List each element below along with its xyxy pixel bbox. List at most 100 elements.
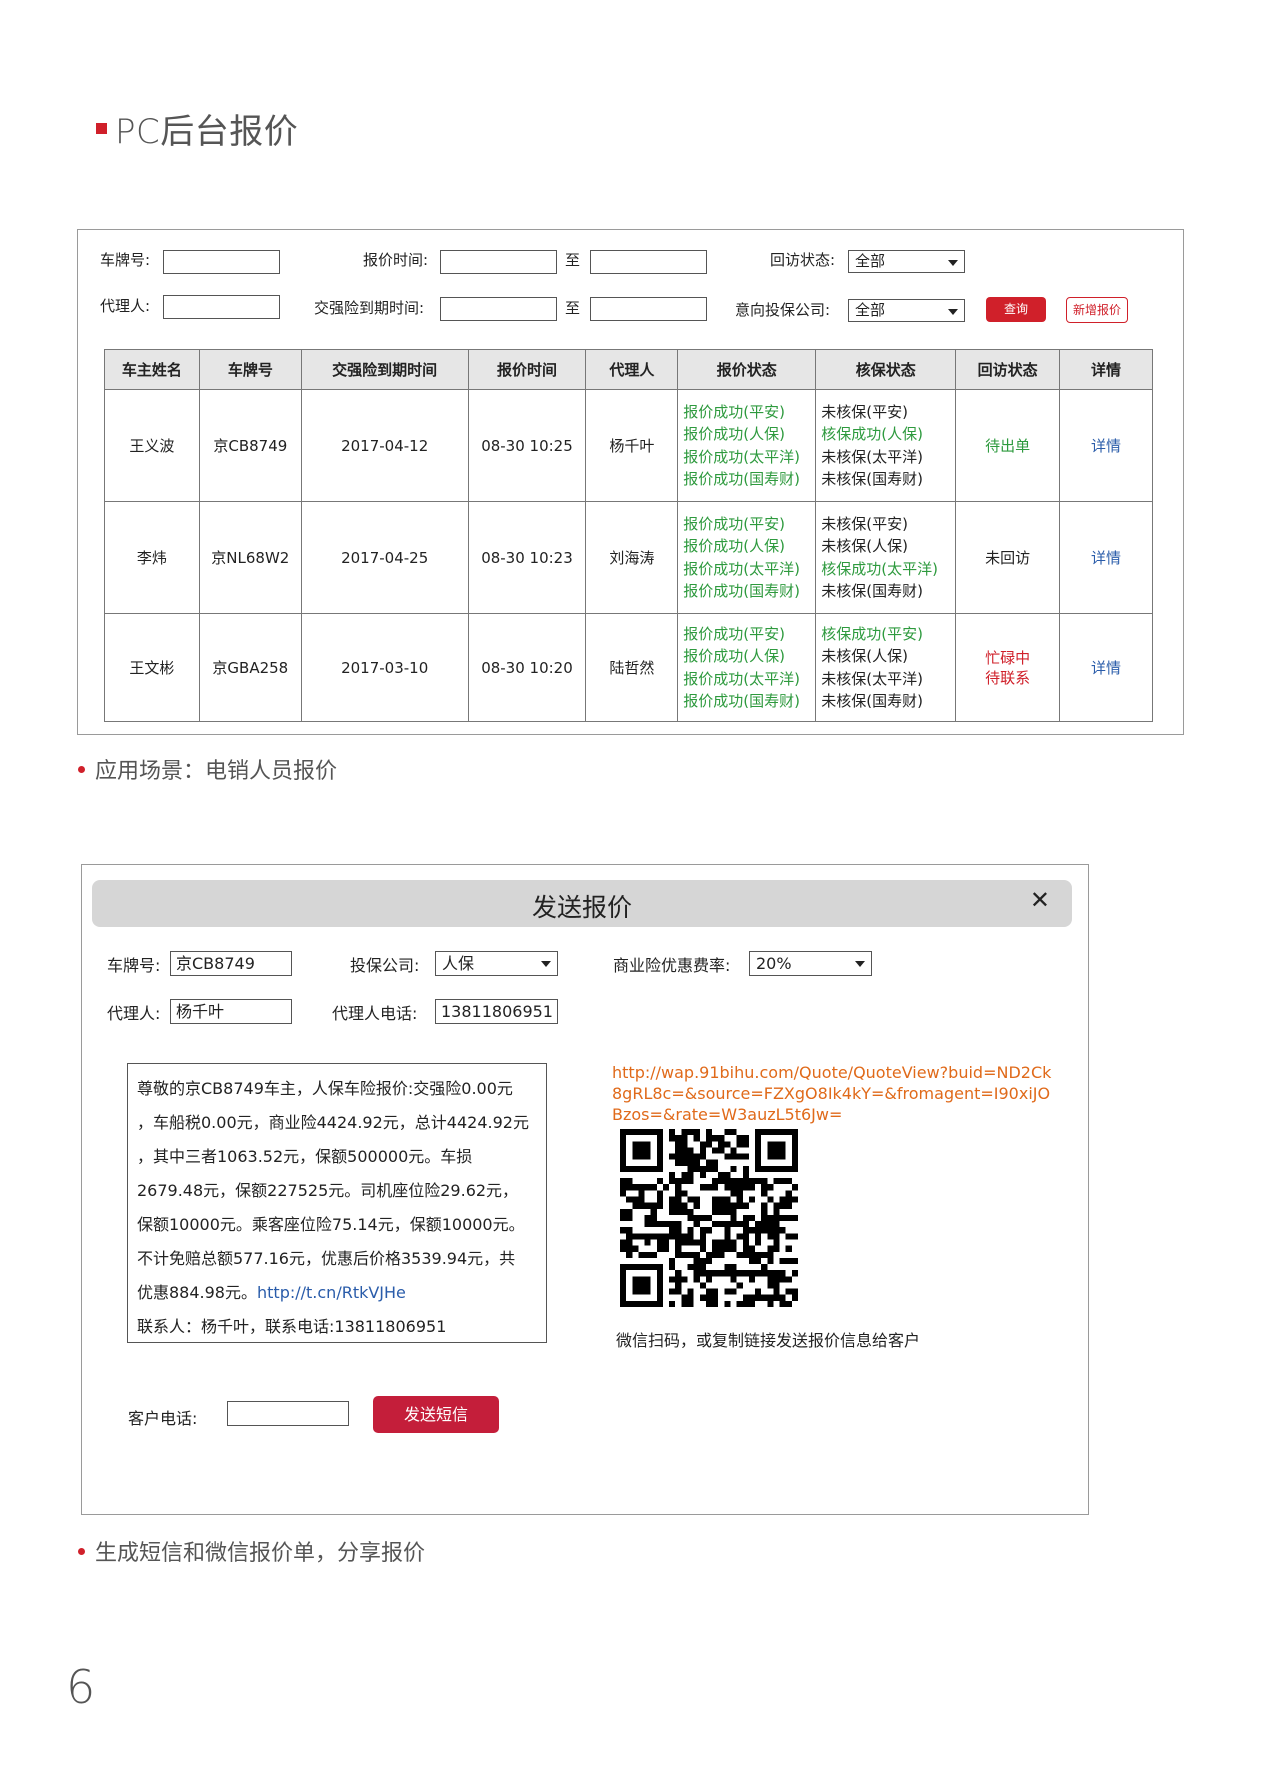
chevron-down-icon (855, 961, 865, 967)
caption-share: 生成短信和微信报价单，分享报价 (78, 1535, 425, 1567)
sms-line: 优惠884.98元。http://t.cn/RtkVJHe (137, 1276, 538, 1310)
dlg-agent-field[interactable]: 杨千叶 (170, 999, 292, 1024)
owner-cell: 李炜 (104, 501, 200, 614)
uw-status-cell: 未核保(平安) 未核保(人保) 核保成功(太平洋) 未核保(国寿财) (815, 501, 957, 614)
visit-status-text: 待出单 (985, 437, 1031, 455)
uw-status-line: 未核保(太平洋) (821, 447, 923, 466)
visit-status-cell: 忙碌中 待联系 (955, 613, 1061, 722)
expiry-cell: 2017-03-10 (300, 613, 469, 722)
dlg-agent-label: 代理人: (107, 1004, 161, 1023)
discount-select[interactable]: 20% (749, 951, 872, 976)
uw-status-cell: 未核保(平安) 核保成功(人保) 未核保(太平洋) 未核保(国寿财) (815, 389, 957, 502)
customer-phone-input[interactable] (227, 1401, 349, 1426)
uw-status-line: 未核保(人保) (821, 647, 908, 665)
plate-cell: 京GBA258 (198, 613, 302, 722)
send-quote-dialog: 发送报价 ✕ 车牌号: 京CB8749 投保公司: 人保 商业险优惠费率: 20… (81, 864, 1089, 1515)
new-quote-button[interactable]: 新增报价 (1066, 297, 1128, 323)
page-number: 6 (66, 1660, 96, 1714)
quote-table: 车主姓名 车牌号 交强险到期时间 报价时间 代理人 报价状态 核保状态 回访状态… (104, 349, 1153, 722)
table-row: 王义波 京CB8749 2017-04-12 08-30 10:25 杨千叶 报… (104, 389, 1153, 502)
dlg-plate-label: 车牌号: (107, 956, 161, 975)
quote-status-line: 报价成功(人保) (683, 537, 785, 555)
visit-status-select[interactable]: 全部 (848, 250, 965, 273)
dlg-plate-field[interactable]: 京CB8749 (170, 951, 292, 976)
table-row: 王文彬 京GBA258 2017-03-10 08-30 10:20 陆哲然 报… (104, 613, 1153, 722)
uw-status-line: 未核保(国寿财) (821, 692, 923, 710)
expiry-to-label: 至 (565, 299, 581, 317)
sms-line: ，车船税0.00元，商业险4424.92元，总计4424.92元 (137, 1113, 529, 1132)
visit-status-label: 回访状态: (770, 251, 836, 269)
agent-label: 代理人: (100, 297, 151, 315)
column-header: 车牌号 (198, 349, 302, 390)
uw-status-line: 未核保(国寿财) (821, 582, 923, 600)
company-select[interactable]: 全部 (848, 299, 965, 322)
sms-short-link[interactable]: http://t.cn/RtkVJHe (257, 1283, 406, 1302)
agent-input[interactable] (163, 295, 280, 319)
send-sms-button[interactable]: 发送短信 (373, 1396, 499, 1433)
caption-text: 应用场景：电销人员报价 (95, 759, 338, 784)
bullet-icon (78, 1547, 85, 1555)
quote-status-line: 报价成功(国寿财) (683, 582, 800, 600)
quote-status-line: 报价成功(国寿财) (683, 692, 800, 710)
quote-status-line: 报价成功(平安) (683, 624, 785, 643)
visit-status-text: 未回访 (985, 549, 1031, 567)
quote-status-line: 报价成功(人保) (683, 647, 785, 665)
dlg-company-label: 投保公司: (350, 956, 420, 975)
column-header: 报价状态 (677, 349, 817, 390)
uw-status-cell: 核保成功(平安) 未核保(人保) 未核保(太平洋) 未核保(国寿财) (815, 613, 957, 722)
quote-status-line: 报价成功(国寿财) (683, 470, 800, 488)
chevron-down-icon (948, 260, 958, 266)
plate-input[interactable] (163, 250, 280, 274)
detail-cell: 详情 (1059, 613, 1153, 722)
title-square-icon (96, 123, 107, 134)
sms-line: ，其中三者1063.52元，保额500000元。车损 (137, 1147, 473, 1166)
expiry-cell: 2017-04-12 (300, 389, 469, 502)
agent-cell: 杨千叶 (585, 389, 679, 502)
owner-cell: 王义波 (104, 389, 200, 502)
bullet-icon (78, 765, 85, 773)
visit-status-text: 待联系 (985, 668, 1031, 687)
quote-status-line: 报价成功(太平洋) (683, 559, 800, 578)
visit-status-cell: 未回访 (955, 501, 1061, 614)
quote-time-cell: 08-30 10:23 (467, 501, 587, 614)
quote-url-link[interactable]: http://wap.91bihu.com/Quote/QuoteView?bu… (612, 1062, 1052, 1125)
visit-status-value: 全部 (855, 252, 886, 270)
uw-status-line: 未核保(太平洋) (821, 669, 923, 688)
column-header: 核保状态 (815, 349, 957, 390)
sms-line: 2679.48元，保额227525元。司机座位险29.62元， (137, 1181, 519, 1200)
visit-status-cell: 待出单 (955, 389, 1061, 502)
quote-status-line: 报价成功(人保) (683, 425, 785, 443)
qr-code-icon (620, 1129, 798, 1307)
quote-time-end-input[interactable] (590, 250, 707, 274)
plate-label: 车牌号: (100, 251, 151, 269)
chevron-down-icon (541, 961, 551, 967)
query-button[interactable]: 查询 (986, 297, 1046, 322)
column-header: 代理人 (585, 349, 679, 390)
quote-status-cell: 报价成功(平安) 报价成功(人保) 报价成功(太平洋) 报价成功(国寿财) (677, 501, 817, 614)
quote-status-line: 报价成功(平安) (683, 514, 785, 533)
close-icon[interactable]: ✕ (1030, 886, 1050, 914)
dlg-company-value: 人保 (442, 954, 475, 973)
uw-status-line: 未核保(人保) (821, 537, 908, 555)
quote-status-line: 报价成功(平安) (683, 402, 785, 421)
discount-value: 20% (756, 954, 792, 973)
uw-status-line: 核保成功(平安) (821, 624, 923, 643)
uw-status-line: 核保成功(太平洋) (821, 559, 938, 578)
quote-time-label: 报价时间: (363, 251, 429, 269)
agent-phone-field[interactable]: 13811806951 (435, 999, 558, 1024)
uw-status-line: 未核保(国寿财) (821, 470, 923, 488)
sms-contact: 联系人：杨千叶，联系电话:13811806951 (137, 1317, 447, 1336)
table-row: 李炜 京NL68W2 2017-04-25 08-30 10:23 刘海涛 报价… (104, 501, 1153, 614)
detail-link[interactable]: 详情 (1091, 437, 1121, 455)
quote-status-cell: 报价成功(平安) 报价成功(人保) 报价成功(太平洋) 报价成功(国寿财) (677, 613, 817, 722)
expiry-start-input[interactable] (440, 297, 557, 321)
quote-time-start-input[interactable] (440, 250, 557, 274)
dlg-company-select[interactable]: 人保 (435, 951, 558, 976)
sms-preview[interactable]: 尊敬的京CB8749车主，人保车险报价:交强险0.00元 ，车船税0.00元，商… (127, 1063, 547, 1343)
quote-list-panel: 车牌号: 报价时间: 至 回访状态: 全部 代理人: 交强险到期时间: 至 意向… (77, 229, 1184, 735)
agent-cell: 陆哲然 (585, 613, 679, 722)
sms-line: 保额10000元。乘客座位险75.14元，保额10000元。 (137, 1215, 525, 1234)
detail-link[interactable]: 详情 (1091, 659, 1121, 677)
expiry-end-input[interactable] (590, 297, 707, 321)
detail-link[interactable]: 详情 (1091, 549, 1121, 567)
